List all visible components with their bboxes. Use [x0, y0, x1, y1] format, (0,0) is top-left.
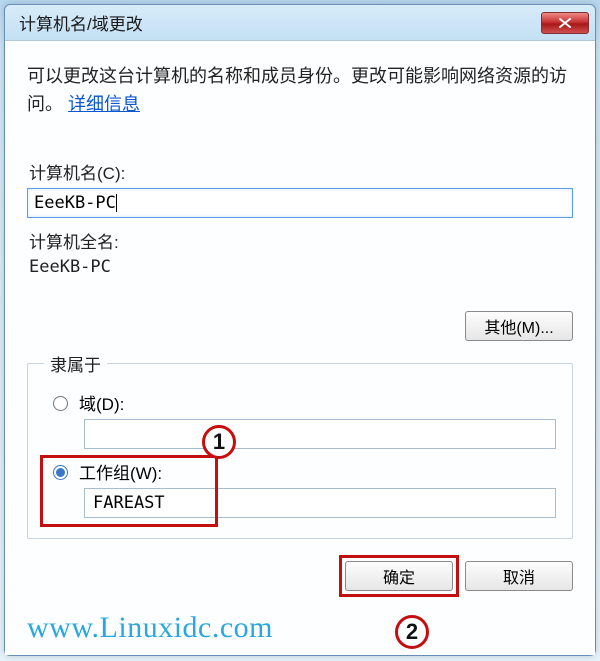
more-info-link[interactable]: 详细信息 [68, 94, 140, 114]
workgroup-radio-row[interactable]: 工作组(W): [48, 459, 556, 484]
dialog-window: 计算机名/域更改 可以更改这台计算机的名称和成员身份。更改可能影响网络资源的访问… [4, 4, 596, 656]
full-computer-name-value: EeeKB-PC [29, 257, 573, 277]
workgroup-radio[interactable] [53, 465, 68, 480]
computer-name-value: EeeKB-PC [34, 193, 116, 213]
computer-name-label: 计算机名(C): [29, 159, 573, 184]
ok-button-frame: 确定 [345, 561, 453, 591]
more-button[interactable]: 其他(M)... [465, 311, 573, 341]
close-button[interactable] [541, 12, 589, 34]
dialog-client-area: 可以更改这台计算机的名称和成员身份。更改可能影响网络资源的访问。 详细信息 计算… [5, 41, 595, 655]
cancel-button[interactable]: 取消 [465, 561, 573, 591]
dialog-button-row: 确定 取消 [27, 561, 573, 591]
annotation-circle-2: 2 [395, 615, 429, 649]
domain-radio-label: 域(D): [79, 390, 124, 415]
workgroup-input[interactable] [84, 488, 556, 518]
domain-radio-row[interactable]: 域(D): [48, 390, 556, 415]
text-caret [116, 194, 117, 212]
member-of-group: 隶属于 域(D): 工作组(W): 1 [27, 351, 573, 539]
computer-name-input[interactable]: EeeKB-PC [27, 188, 573, 218]
workgroup-radio-label: 工作组(W): [79, 459, 162, 484]
close-icon [558, 18, 572, 28]
domain-input[interactable] [84, 419, 556, 449]
description-text: 可以更改这台计算机的名称和成员身份。更改可能影响网络资源的访问。 详细信息 [27, 63, 573, 119]
domain-radio[interactable] [53, 396, 68, 411]
watermark-text: www.Linuxidc.com [27, 611, 273, 645]
full-computer-name-label: 计算机全名: [29, 228, 573, 253]
ok-button[interactable]: 确定 [345, 561, 453, 591]
member-of-legend: 隶属于 [44, 351, 107, 376]
titlebar[interactable]: 计算机名/域更改 [5, 5, 595, 41]
window-title: 计算机名/域更改 [19, 10, 541, 35]
